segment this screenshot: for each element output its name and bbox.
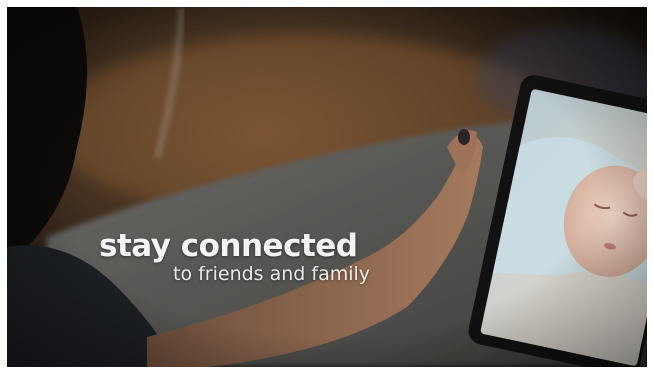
video-frame: stay connected to friends and family bbox=[7, 7, 647, 367]
scene-image bbox=[7, 7, 647, 367]
